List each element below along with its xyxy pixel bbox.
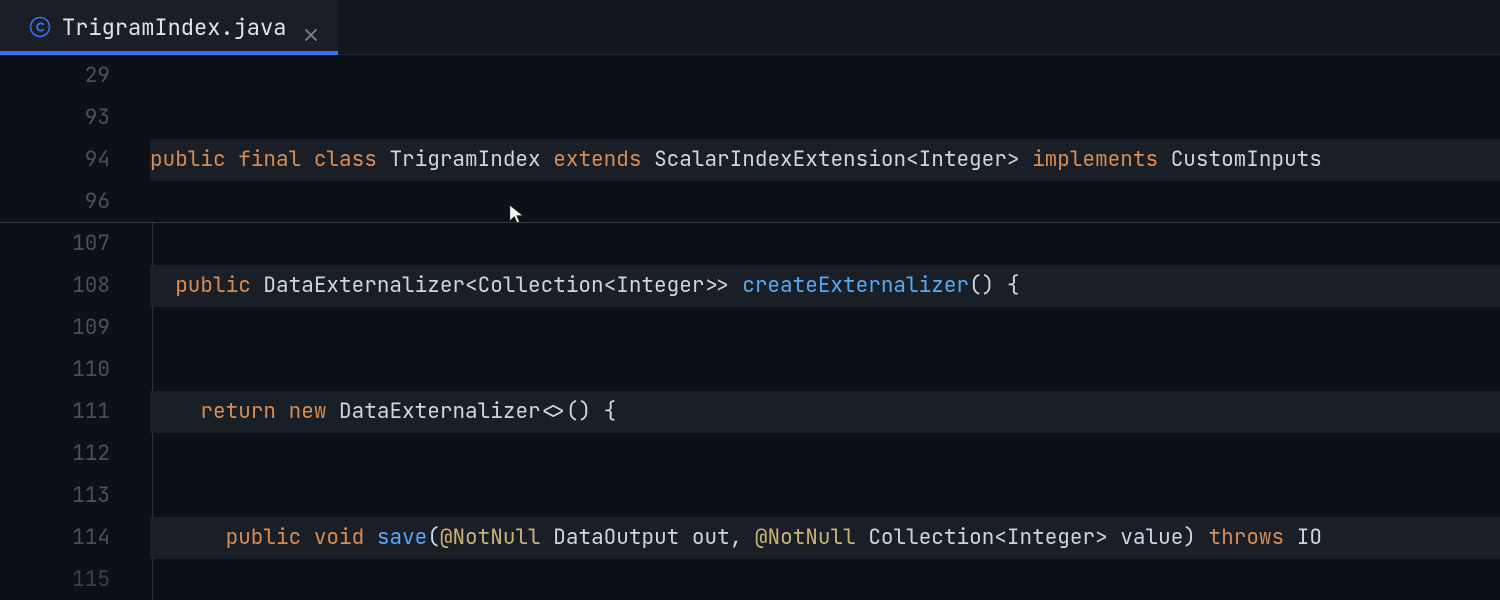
code-editor[interactable]: 29 93 94 96 107 108 109 110 111 112 113 … [0, 55, 1500, 600]
line-number-gutter: 29 93 94 96 107 108 109 110 111 112 113 … [0, 55, 140, 600]
close-icon[interactable] [304, 20, 318, 34]
java-class-icon [28, 15, 52, 39]
sticky-line-93[interactable]: public DataExternalizer<Collection<Integ… [150, 265, 1500, 307]
tab-filename: TrigramIndex.java [62, 13, 286, 42]
sticky-line-94[interactable]: return new DataExternalizer<>() { [150, 391, 1500, 433]
sticky-line-96[interactable]: public void save(@NotNull DataOutput out… [150, 517, 1500, 559]
code-area[interactable]: public final class TrigramIndex extends … [150, 55, 1500, 600]
sticky-line-29[interactable]: public final class TrigramIndex extends … [150, 139, 1500, 181]
editor-tab[interactable]: TrigramIndex.java [0, 0, 338, 54]
tab-bar: TrigramIndex.java [0, 0, 1500, 55]
